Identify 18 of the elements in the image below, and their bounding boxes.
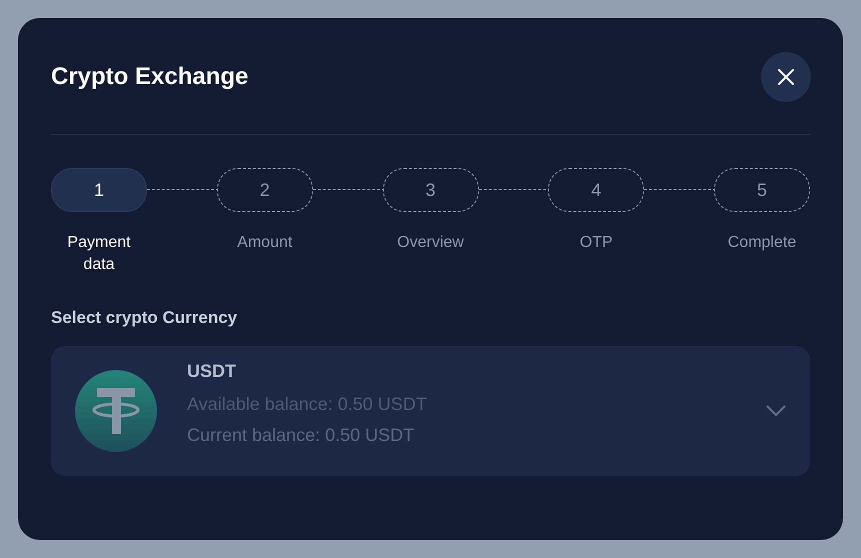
- step-label: Overview: [396, 233, 465, 253]
- step-indicator[interactable]: 3: [382, 168, 478, 212]
- dialog-title: Crypto Exchange: [51, 63, 248, 91]
- current-balance: Current balance: 0.50 USDT: [187, 424, 416, 446]
- section-label: Select crypto Currency: [51, 308, 238, 328]
- close-button[interactable]: [761, 52, 811, 102]
- step-indicator[interactable]: 4: [548, 168, 644, 212]
- step-label: Amount: [236, 233, 294, 253]
- step-indicator[interactable]: 1: [51, 168, 147, 212]
- step-indicator[interactable]: 2: [216, 168, 313, 212]
- step-label: Payment data: [66, 233, 132, 275]
- step-label: OTP: [578, 233, 614, 253]
- chevron-down-icon: [766, 405, 786, 417]
- currency-name: USDT: [187, 360, 237, 382]
- step-indicator[interactable]: 5: [714, 168, 810, 212]
- close-icon: [777, 68, 795, 86]
- step-label: Complete: [726, 233, 798, 253]
- coin-icon: [75, 370, 157, 452]
